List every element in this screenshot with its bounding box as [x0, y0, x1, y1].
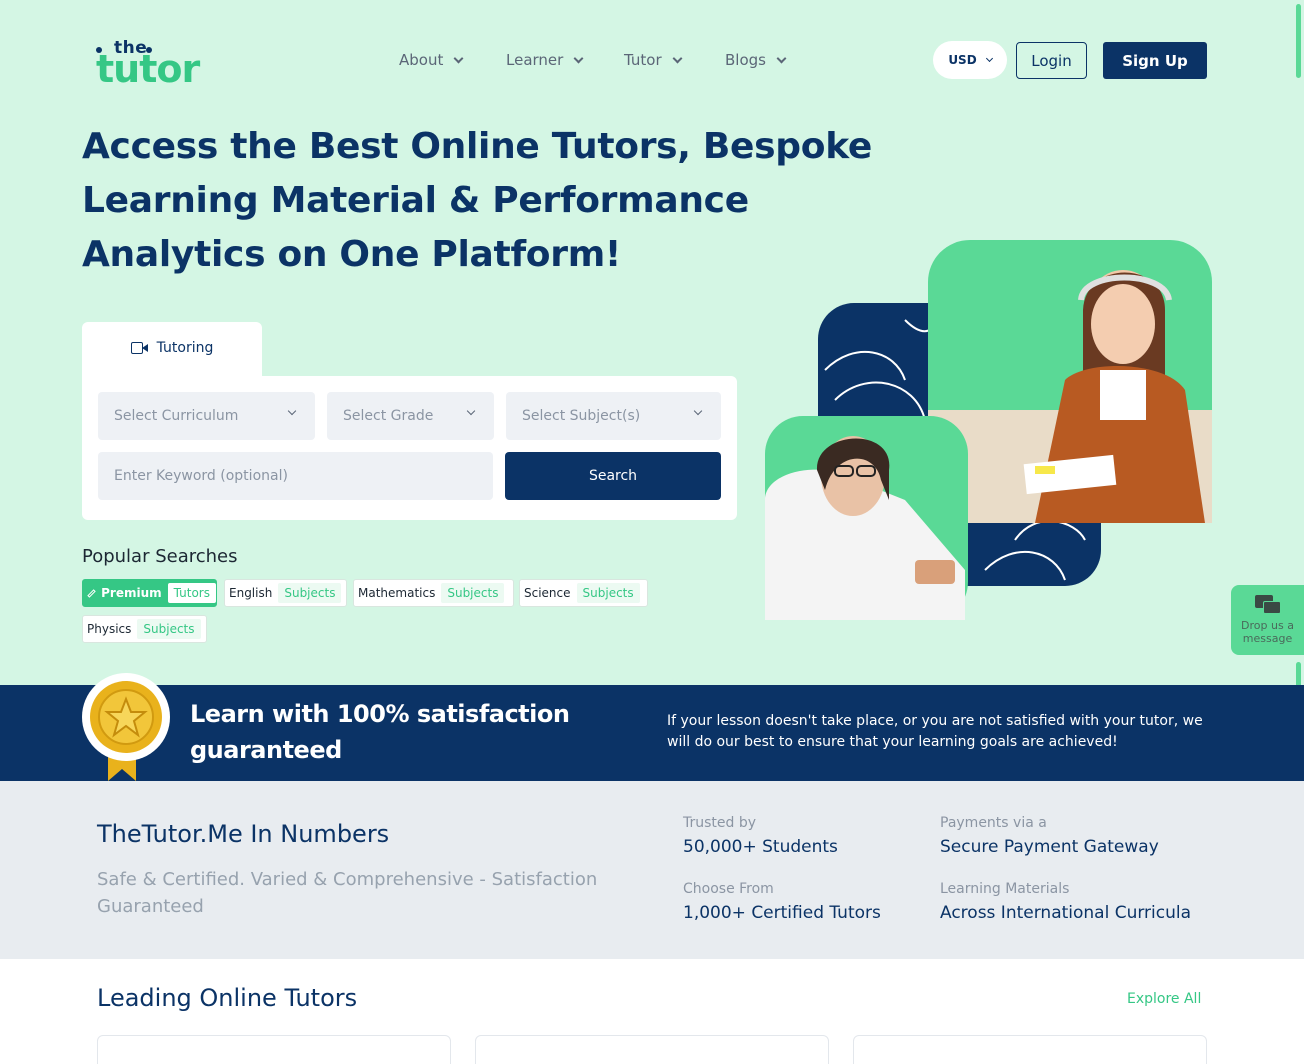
- drop-message-widget[interactable]: Drop us a message: [1231, 585, 1304, 655]
- chip-tag: Subjects: [278, 583, 342, 603]
- chip-label: English: [229, 586, 273, 600]
- chevron-down-icon: [985, 54, 993, 63]
- stat-value: 1,000+ Certified Tutors: [683, 903, 881, 923]
- guarantee-text: If your lesson doesn't take place, or yo…: [667, 713, 1203, 750]
- chevron-down-icon: [693, 406, 703, 416]
- subject-placeholder: Select Subject(s): [522, 408, 641, 424]
- chip-label: Premium: [101, 586, 162, 600]
- stat-label: Learning Materials: [940, 881, 1070, 897]
- chevron-down-icon: [672, 53, 683, 63]
- tutors-illustration: [765, 240, 1212, 620]
- tab-tutoring[interactable]: Tutoring: [82, 322, 262, 382]
- chevron-down-icon: [466, 406, 476, 416]
- chip-label: Science: [524, 586, 571, 600]
- nav-label: Tutor: [624, 51, 662, 69]
- nav-label: Learner: [506, 51, 564, 69]
- currency-value: USD: [948, 53, 977, 67]
- curriculum-placeholder: Select Curriculum: [114, 408, 239, 424]
- chip-mathematics-subjects[interactable]: Mathematics Subjects: [353, 579, 514, 607]
- nav-label: About: [399, 51, 444, 69]
- chip-label: Mathematics: [358, 586, 436, 600]
- chip-label: Physics: [87, 622, 132, 636]
- chip-premium-tutors[interactable]: Premium Tutors: [82, 579, 217, 607]
- tab-label: Tutoring: [156, 340, 214, 356]
- keyword-input[interactable]: [98, 452, 493, 500]
- stat-label: Trusted by: [683, 815, 757, 831]
- tutor-card[interactable]: [97, 1035, 451, 1064]
- guarantee-title: Learn with 100% satisfaction guaranteed: [190, 700, 570, 764]
- nav-item-about[interactable]: About: [399, 50, 464, 70]
- chip-physics-subjects[interactable]: Physics Subjects: [82, 615, 207, 643]
- nav-label: Blogs: [725, 51, 766, 69]
- login-button[interactable]: Login: [1016, 42, 1087, 79]
- numbers-subtitle: Safe & Certified. Varied & Comprehensive…: [97, 869, 598, 917]
- search-button[interactable]: Search: [505, 452, 721, 500]
- nav-item-tutor[interactable]: Tutor: [624, 50, 683, 70]
- signup-button[interactable]: Sign Up: [1103, 42, 1207, 79]
- chip-tag: Subjects: [441, 583, 505, 603]
- nav-item-learner[interactable]: Learner: [506, 50, 584, 70]
- scroll-indicator: [1296, 4, 1301, 78]
- explore-all-link[interactable]: Explore All: [1127, 991, 1201, 1007]
- chip-tag: Subjects: [137, 619, 201, 639]
- video-camera-icon: [130, 342, 149, 354]
- gold-medal-icon: [82, 673, 170, 781]
- currency-selector[interactable]: USD: [933, 41, 1007, 79]
- stat-value: Across International Curricula: [940, 903, 1192, 923]
- stat-value: 50,000+ Students: [683, 837, 838, 857]
- logo-main-text: tutor: [96, 47, 200, 91]
- chip-tag: Subjects: [576, 583, 640, 603]
- numbers-title: TheTutor.Me In Numbers: [97, 820, 390, 848]
- diamond-icon: [87, 588, 96, 598]
- curriculum-select[interactable]: Select Curriculum: [98, 392, 315, 440]
- site-logo[interactable]: the tutor: [96, 38, 206, 91]
- chevron-down-icon: [776, 53, 787, 63]
- chevron-down-icon: [453, 53, 464, 63]
- tutor-card[interactable]: [475, 1035, 829, 1064]
- chip-science-subjects[interactable]: Science Subjects: [519, 579, 648, 607]
- subject-select[interactable]: Select Subject(s): [506, 392, 721, 440]
- chevron-down-icon: [287, 406, 297, 416]
- chat-widget-label: Drop us a message: [1241, 619, 1294, 645]
- grade-placeholder: Select Grade: [343, 408, 434, 424]
- popular-searches-title: Popular Searches: [82, 546, 238, 567]
- chat-bubbles-icon: [1254, 595, 1281, 615]
- nav-item-blogs[interactable]: Blogs: [725, 50, 787, 70]
- stat-value: Secure Payment Gateway: [940, 837, 1159, 857]
- grade-select[interactable]: Select Grade: [327, 392, 494, 440]
- chip-english-subjects[interactable]: English Subjects: [224, 579, 347, 607]
- chip-tag: Tutors: [167, 583, 216, 603]
- tutor-card[interactable]: [853, 1035, 1207, 1064]
- stat-label: Payments via a: [940, 815, 1047, 831]
- stat-label: Choose From: [683, 881, 774, 897]
- chevron-down-icon: [573, 53, 584, 63]
- leading-tutors-title: Leading Online Tutors: [97, 984, 358, 1012]
